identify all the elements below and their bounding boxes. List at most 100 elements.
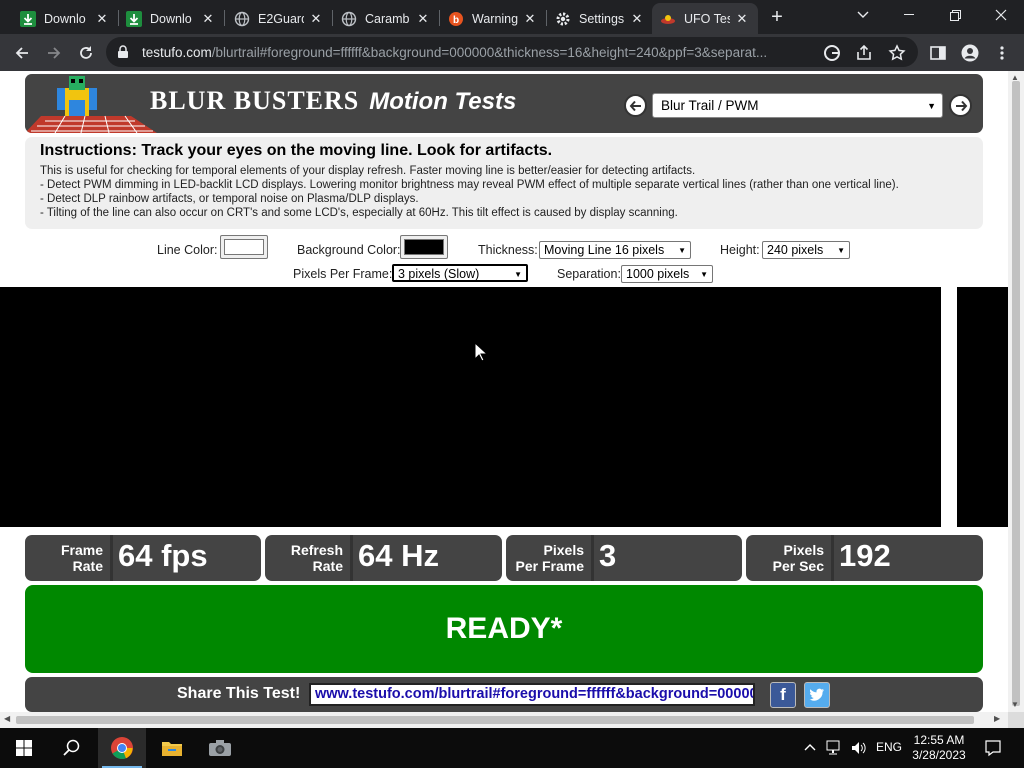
chrome-icon[interactable] [98,728,146,768]
pixels-per-frame-select[interactable]: 3 pixels (Slow) ▼ [392,264,528,282]
download-icon [20,10,36,27]
stat-label: Refresh Rate [290,542,343,574]
lock-icon[interactable] [116,45,130,59]
chevron-down-icon: ▼ [678,246,686,255]
chevron-down-icon: ▼ [700,270,708,279]
bookmark-star-icon[interactable] [887,43,907,63]
close-icon[interactable]: ✕ [415,11,431,27]
scroll-right-arrow-icon[interactable]: ▶ [994,714,1000,723]
thickness-select[interactable]: Moving Line 16 pixels ▼ [539,241,691,259]
separation-label: Separation: [557,267,621,281]
forward-button[interactable] [40,39,68,67]
instructions-panel: Instructions: Track your eyes on the mov… [25,137,983,229]
tab-search-icon[interactable] [840,0,886,30]
share-icon[interactable] [854,43,874,63]
mouse-cursor-icon [474,342,488,362]
pixels-per-sec-stat: Pixels Per Sec 192 [746,535,983,581]
stat-value: 64 Hz [358,538,439,573]
search-icon[interactable] [48,728,96,768]
share-url-field[interactable]: www.testufo.com/blurtrail#foreground=fff… [309,683,755,706]
chevron-down-icon: ▼ [927,101,936,111]
height-select[interactable]: 240 pixels ▼ [762,241,850,259]
vertical-scrollbar[interactable]: ▲ ▼ [1008,71,1024,712]
horizontal-scrollbar[interactable]: ◀ ▶ [0,712,1008,728]
page-content: BLUR BUSTERS Motion Tests Blur Trail / PW… [0,71,1008,712]
clock[interactable]: 12:55 AM 3/28/2023 [906,733,972,763]
close-icon[interactable]: ✕ [94,11,110,27]
scroll-left-arrow-icon[interactable]: ◀ [4,714,10,723]
tab-caramba[interactable]: Caramb ✕ [333,3,439,34]
tab-ufo-test[interactable]: UFO Tes ✕ [652,3,758,34]
language-indicator[interactable]: ENG [876,740,902,754]
stat-label: Frame Rate [60,542,103,574]
address-bar[interactable]: testufo.com/blurtrail#foreground=ffffff&… [106,37,918,67]
close-icon[interactable]: ✕ [308,11,324,27]
scroll-down-arrow-icon[interactable]: ▼ [1011,700,1019,709]
minimize-button[interactable] [886,0,932,30]
reload-button[interactable] [72,39,100,67]
profile-icon[interactable] [956,39,984,67]
tab-download-2[interactable]: Downlo ✕ [118,3,224,34]
previous-test-button[interactable] [624,94,647,117]
stat-value: 3 [599,538,617,573]
google-lens-icon[interactable] [822,43,842,63]
scrollbar-thumb[interactable] [16,716,974,724]
pixels-per-frame-stat: Pixels Per Frame 3 [506,535,742,581]
test-selector[interactable]: Blur Trail / PWM ▼ [652,93,943,118]
pixels-per-frame-label: Pixels Per Frame: [293,267,393,281]
windows-start-icon[interactable] [0,728,48,768]
background-color-label: Background Color: [297,243,401,257]
warning-site-icon: b [448,11,464,27]
instructions-line: - Detect DLP rainbow artifacts, or tempo… [40,193,419,205]
stat-label: Pixels Per Frame [515,542,584,574]
close-icon[interactable]: ✕ [522,11,538,27]
svg-text:b: b [453,15,459,26]
chevron-down-icon: ▼ [837,246,845,255]
instructions-line: - Detect PWM dimming in LED-backlit LCD … [40,179,899,191]
back-button[interactable] [8,39,36,67]
stat-label: Pixels Per Sec [772,542,824,574]
site-header: BLUR BUSTERS Motion Tests Blur Trail / PW… [25,74,983,133]
tab-e2guardian[interactable]: E2Guard ✕ [226,3,332,34]
network-icon[interactable] [826,740,844,759]
notification-icon[interactable] [984,739,1002,760]
volume-icon[interactable] [850,740,868,759]
blur-busters-logo[interactable] [25,74,157,133]
close-icon[interactable]: ✕ [734,11,750,27]
line-color-label: Line Color: [157,243,218,257]
close-window-button[interactable] [978,0,1024,30]
share-label: Share This Test! [177,685,301,702]
file-explorer-icon[interactable] [148,728,196,768]
chevron-up-icon[interactable] [804,740,816,754]
instructions-title: Instructions: Track your eyes on the mov… [40,142,553,159]
twitter-icon[interactable] [804,682,830,708]
background-color-picker[interactable] [400,235,448,259]
motion-test-canvas[interactable] [0,287,1008,527]
next-test-button[interactable] [949,94,972,117]
chevron-down-icon: ▼ [514,270,522,279]
refresh-rate-stat: Refresh Rate 64 Hz [265,535,502,581]
close-icon[interactable]: ✕ [629,11,645,27]
frame-rate-stat: Frame Rate 64 fps [25,535,261,581]
globe-icon [341,11,357,27]
url-text[interactable]: testufo.com/blurtrail#foreground=ffffff&… [142,45,814,60]
moving-line [941,287,957,527]
new-tab-button[interactable]: + [766,6,788,28]
ready-status-banner: READY* [25,585,983,673]
camera-app-icon[interactable] [196,728,244,768]
instructions-line: - Tilting of the line can also occur on … [40,207,678,219]
tab-warning[interactable]: b Warning ✕ [440,3,546,34]
scrollbar-corner [1008,712,1024,728]
ufo-icon [660,11,676,27]
restore-button[interactable] [932,0,978,30]
tab-download-1[interactable]: Downlo ✕ [12,3,118,34]
menu-icon[interactable] [988,39,1016,67]
side-panel-icon[interactable] [924,39,952,67]
close-icon[interactable]: ✕ [200,11,216,27]
facebook-icon[interactable]: f [770,682,796,708]
scrollbar-thumb[interactable] [1012,81,1020,706]
globe-icon [234,11,250,27]
line-color-picker[interactable] [220,235,268,259]
tab-settings[interactable]: Settings ✕ [547,3,653,34]
separation-select[interactable]: 1000 pixels ▼ [621,265,713,283]
